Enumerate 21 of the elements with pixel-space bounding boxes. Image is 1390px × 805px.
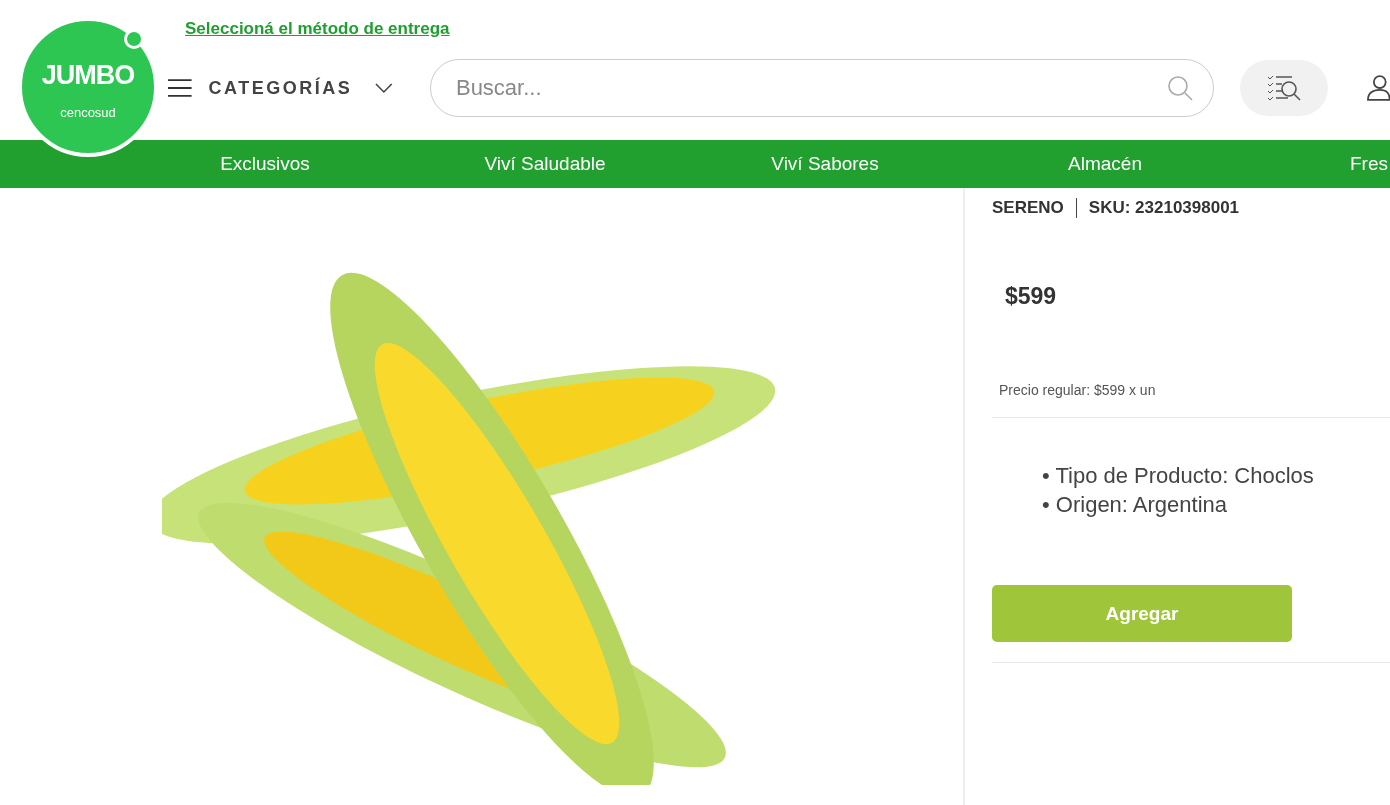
chevron-down-icon[interactable] bbox=[374, 82, 394, 94]
category-link[interactable]: Viví Sabores bbox=[685, 140, 965, 188]
user-icon[interactable] bbox=[1366, 74, 1390, 102]
product-feature: • Tipo de Producto: Choclos bbox=[1042, 462, 1315, 490]
delivery-method-link[interactable]: Seleccioná el método de entrega bbox=[185, 19, 450, 38]
product-feature: • Origen: Argentina bbox=[1042, 491, 1229, 519]
logo-name: JUMBO bbox=[41, 60, 135, 91]
menu-icon[interactable] bbox=[167, 78, 193, 98]
category-link[interactable]: Viví Saludable bbox=[405, 140, 685, 188]
list-search-icon bbox=[1265, 74, 1302, 102]
regular-price: Precio regular: $599 x un bbox=[999, 382, 1157, 398]
product-price: $599 bbox=[1005, 283, 1058, 310]
logo-subtitle: cencosud bbox=[60, 105, 116, 120]
logo-dot bbox=[124, 29, 144, 49]
sku-code: SKU: 23210398001 bbox=[1088, 198, 1240, 218]
category-link[interactable]: Almacén bbox=[965, 140, 1245, 188]
category-link[interactable]: Fres bbox=[1350, 140, 1388, 188]
categories-button[interactable]: CATEGORÍAS bbox=[208, 77, 353, 99]
add-button[interactable]: Agregar bbox=[992, 585, 1292, 642]
search-field[interactable]: Buscar... bbox=[429, 59, 1214, 117]
brand-name: SERENO bbox=[992, 198, 1064, 218]
